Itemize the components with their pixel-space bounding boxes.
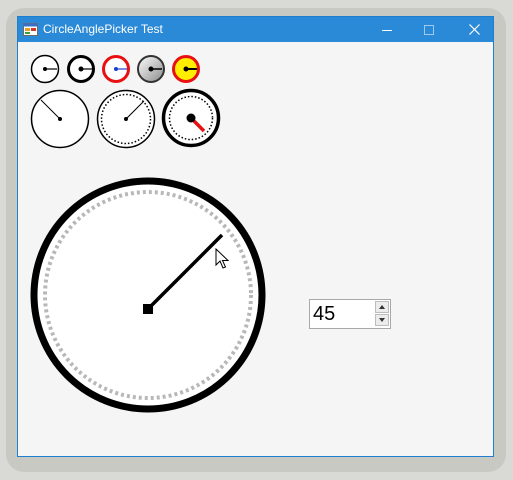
app-icon	[23, 23, 38, 36]
spin-down-icon	[379, 318, 385, 322]
app-window: CircleAnglePicker Test 45	[17, 16, 494, 457]
window-title: CircleAnglePicker Test	[43, 22, 163, 36]
angle-picker-small-2[interactable]	[66, 54, 96, 84]
minimize-button[interactable]	[367, 17, 407, 42]
mouse-cursor-icon	[215, 248, 229, 269]
angle-picker-small-5[interactable]	[171, 54, 201, 84]
angle-picker-medium-3[interactable]	[161, 88, 221, 148]
angle-picker-small-4[interactable]	[136, 54, 166, 84]
client-area: 45	[18, 42, 493, 456]
angle-picker-small-3[interactable]	[101, 54, 131, 84]
angle-picker-main[interactable]	[30, 177, 266, 413]
angle-value-input[interactable]: 45	[313, 301, 335, 327]
angle-picker-medium-1[interactable]	[30, 89, 90, 149]
maximize-button[interactable]	[409, 17, 449, 42]
spin-up-button[interactable]	[375, 301, 389, 313]
angle-picker-small-1[interactable]	[30, 54, 60, 84]
spin-down-button[interactable]	[375, 314, 389, 326]
spin-up-icon	[379, 305, 385, 309]
angle-numeric-updown[interactable]: 45	[309, 299, 391, 329]
close-icon	[468, 24, 480, 35]
angle-picker-medium-2[interactable]	[96, 89, 156, 149]
close-button[interactable]	[454, 17, 494, 42]
title-bar[interactable]: CircleAnglePicker Test	[18, 17, 493, 42]
minimize-icon	[382, 29, 392, 31]
maximize-icon	[424, 24, 434, 35]
